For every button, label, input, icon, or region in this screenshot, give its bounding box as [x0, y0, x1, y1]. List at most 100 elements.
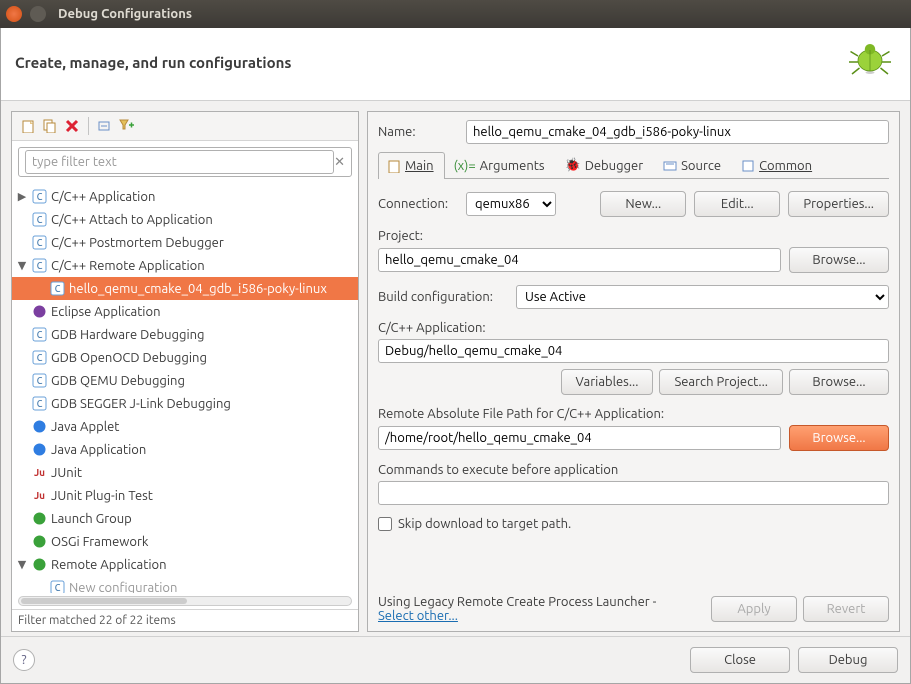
tree-item-label: C/C++ Application: [51, 190, 155, 204]
svg-text:c: c: [36, 212, 42, 226]
duplicate-config-icon[interactable]: [40, 116, 60, 136]
main-tab-icon: [387, 159, 401, 173]
debugger-tab-icon: 🐞: [565, 158, 581, 173]
config-tree[interactable]: ▶ c C/C++ Application cC/C++ Attach to Appl…: [12, 183, 358, 593]
buildcfg-select[interactable]: Use Active: [516, 285, 889, 309]
tree-child-item[interactable]: c New configuration: [12, 576, 358, 593]
project-label: Project:: [378, 229, 889, 243]
close-button[interactable]: Close: [690, 647, 790, 673]
tab-main[interactable]: Main: [378, 152, 445, 179]
prelaunch-input[interactable]: [378, 481, 889, 505]
tree-item-label: GDB QEMU Debugging: [51, 374, 185, 388]
source-tab-icon: [663, 159, 677, 173]
app-input[interactable]: [378, 339, 889, 363]
config-type-icon: c: [32, 373, 47, 388]
config-type-icon: c: [32, 212, 47, 227]
svg-text:c: c: [36, 327, 42, 341]
tree-item[interactable]: c GDB QEMU Debugging: [12, 369, 358, 392]
tab-source[interactable]: Source: [654, 152, 732, 179]
app-search-project-button[interactable]: Search Project...: [659, 369, 783, 395]
remote-path-browse-button[interactable]: Browse...: [789, 425, 889, 451]
debug-button[interactable]: Debug: [798, 647, 898, 673]
tree-item-label: Java Applet: [51, 420, 119, 434]
help-button[interactable]: ?: [13, 649, 35, 671]
app-variables-button[interactable]: Variables...: [561, 369, 654, 395]
dialog-footer: ? Close Debug: [1, 636, 910, 683]
svg-text:c: c: [36, 373, 42, 387]
tree-item[interactable]: ▼cC/C++ Remote Application: [12, 254, 358, 277]
connection-label: Connection:: [378, 197, 458, 211]
tab-arguments[interactable]: (x)= Arguments: [445, 152, 556, 179]
tree-item[interactable]: Eclipse Application: [12, 300, 358, 323]
svg-text:c: c: [36, 350, 42, 364]
remote-path-section: Remote Absolute File Path for C/C++ Appl…: [378, 407, 889, 451]
new-config-icon[interactable]: [18, 116, 38, 136]
config-type-icon: [32, 534, 47, 549]
tree-item[interactable]: ▶ c C/C++ Application: [12, 185, 358, 208]
left-toolbar: [12, 112, 358, 141]
skip-download-checkbox-row[interactable]: Skip download to target path.: [378, 517, 889, 531]
tree-item[interactable]: cC/C++ Attach to Application: [12, 208, 358, 231]
expand-icon[interactable]: ▶: [16, 190, 28, 203]
tree-item-label: Launch Group: [51, 512, 132, 526]
config-type-icon: c: [32, 258, 47, 273]
prelaunch-label: Commands to execute before application: [378, 463, 889, 477]
connection-select[interactable]: qemux86: [466, 192, 556, 216]
name-input[interactable]: [466, 120, 889, 144]
project-section: Project: Browse...: [378, 229, 889, 273]
filter-menu-icon[interactable]: [117, 116, 137, 136]
connection-new-button[interactable]: New...: [600, 191, 686, 217]
config-type-icon: [32, 511, 47, 526]
tree-item-label: New configuration: [69, 581, 177, 594]
config-type-icon: c: [50, 580, 65, 593]
tree-item[interactable]: cC/C++ Postmortem Debugger: [12, 231, 358, 254]
config-type-icon: c: [32, 235, 47, 250]
project-browse-button[interactable]: Browse...: [789, 247, 889, 273]
config-type-icon: c: [32, 189, 47, 204]
tree-item[interactable]: JuJUnit: [12, 461, 358, 484]
tree-item-label: OSGi Framework: [51, 535, 148, 549]
apply-button[interactable]: Apply: [711, 596, 797, 622]
window-minimize-icon[interactable]: [30, 6, 46, 22]
tab-debugger[interactable]: 🐞 Debugger: [556, 152, 655, 179]
editor-tabs: Main (x)= Arguments 🐞 Debugger Source Co…: [378, 152, 889, 179]
dialog: Create, manage, and run configurations: [0, 28, 911, 684]
filter-input-wrapper[interactable]: ✕: [18, 147, 352, 177]
tree-item[interactable]: cGDB Hardware Debugging: [12, 323, 358, 346]
tree-child-item[interactable]: chello_qemu_cmake_04_gdb_i586-poky-linux: [12, 277, 358, 300]
window-close-icon[interactable]: [6, 6, 22, 22]
project-input[interactable]: [378, 248, 781, 272]
connection-edit-button[interactable]: Edit...: [694, 191, 780, 217]
config-type-icon: [32, 557, 47, 572]
config-type-icon: [32, 442, 47, 457]
tree-item[interactable]: Launch Group: [12, 507, 358, 530]
remote-path-input[interactable]: [378, 426, 781, 450]
tree-item[interactable]: OSGi Framework: [12, 530, 358, 553]
tree-scrollbar[interactable]: [18, 596, 352, 606]
select-other-link[interactable]: Select other...: [378, 609, 458, 623]
collapse-icon[interactable]: ▼: [16, 558, 28, 571]
connection-properties-button[interactable]: Properties...: [788, 191, 889, 217]
skip-download-checkbox[interactable]: [378, 517, 392, 531]
launcher-text: Using Legacy Remote Create Process Launc…: [378, 595, 656, 609]
collapse-all-icon[interactable]: [95, 116, 115, 136]
tab-common[interactable]: Common: [732, 152, 823, 179]
delete-config-icon[interactable]: [62, 116, 82, 136]
tree-item[interactable]: JuJUnit Plug-in Test: [12, 484, 358, 507]
arguments-tab-icon: (x)=: [454, 159, 476, 173]
app-browse-button[interactable]: Browse...: [789, 369, 889, 395]
buildcfg-row: Build configuration: Use Active: [378, 285, 889, 309]
filter-input[interactable]: [25, 150, 334, 174]
config-type-text-icon: Ju: [32, 465, 47, 480]
revert-button[interactable]: Revert: [803, 596, 889, 622]
tree-item[interactable]: ▼Remote Application: [12, 553, 358, 576]
filter-status: Filter matched 22 of 22 items: [12, 609, 358, 631]
tree-item[interactable]: Java Application: [12, 438, 358, 461]
tree-item[interactable]: cGDB OpenOCD Debugging: [12, 346, 358, 369]
tree-item[interactable]: Java Applet: [12, 415, 358, 438]
tree-item-label: GDB SEGGER J-Link Debugging: [51, 397, 231, 411]
tree-item[interactable]: cGDB SEGGER J-Link Debugging: [12, 392, 358, 415]
svg-text:c: c: [36, 258, 42, 272]
clear-filter-icon[interactable]: ✕: [334, 155, 345, 170]
collapse-icon[interactable]: ▼: [16, 259, 28, 272]
